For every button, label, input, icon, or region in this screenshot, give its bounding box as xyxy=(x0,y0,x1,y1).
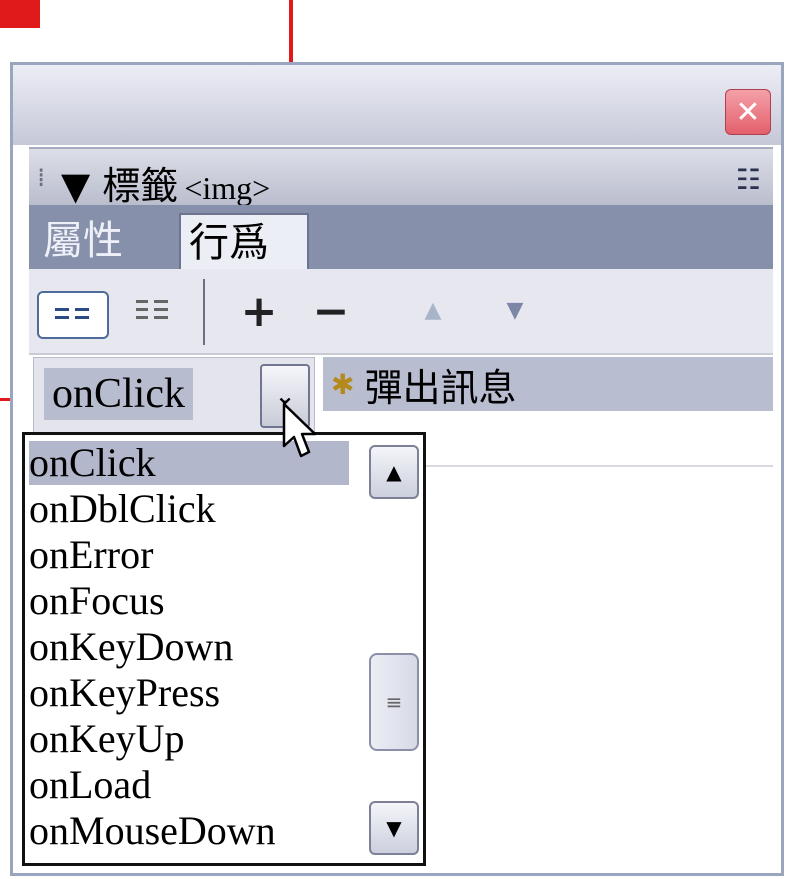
behavior-row[interactable]: ✱ 彈出訊息 xyxy=(323,357,773,411)
mouse-cursor-icon xyxy=(282,402,316,458)
tag-title-label: ▼ 標籤 xyxy=(61,164,179,208)
dropdown-option[interactable]: onDblClick xyxy=(29,487,349,531)
list-view-icon xyxy=(55,308,89,319)
add-behavior-button[interactable]: + xyxy=(229,283,289,339)
dropdown-option[interactable]: onFocus xyxy=(29,579,349,623)
plus-icon: + xyxy=(240,285,278,337)
gear-icon: ✱ xyxy=(331,367,355,401)
close-icon: ✕ xyxy=(735,94,761,130)
grip-icon[interactable]: ⁞ xyxy=(37,165,45,191)
event-dropdown-list[interactable]: onClick onDblClick onError onFocus onKey… xyxy=(22,432,426,866)
dropdown-option[interactable]: onError xyxy=(29,533,349,577)
arrow-down-icon: ▼ xyxy=(506,297,524,323)
tab-attributes[interactable]: 屬性 xyxy=(35,213,131,269)
dropdown-option[interactable]: onKeyDown xyxy=(29,625,349,669)
scroll-down-button[interactable]: ▼ xyxy=(369,801,419,855)
event-select-value: onClick xyxy=(44,368,193,420)
all-events-icon xyxy=(136,300,168,319)
dropdown-option[interactable]: onKeyPress xyxy=(29,671,349,715)
dropdown-option[interactable]: onKeyUp xyxy=(29,717,349,761)
scroll-up-button[interactable]: ▲ xyxy=(369,445,419,499)
arrow-up-icon: ▲ xyxy=(424,297,442,323)
tab-behaviors[interactable]: 行爲 xyxy=(179,213,309,271)
tag-inspector-bar: ⁞ ▼ 標籤 <img> ☷ xyxy=(29,147,773,210)
move-up-button[interactable]: ▲ xyxy=(413,287,453,333)
dropdown-option[interactable]: onLoad xyxy=(29,763,349,807)
scrollbar-thumb[interactable]: ≡ xyxy=(369,653,419,751)
tag-title-code: <img> xyxy=(184,170,271,206)
chevron-up-icon: ▲ xyxy=(386,460,402,484)
show-all-events-button[interactable] xyxy=(129,287,179,337)
show-set-events-button[interactable] xyxy=(37,291,109,339)
behavior-action-label: 彈出訊息 xyxy=(364,365,517,410)
behaviors-toolbar: + − ▲ ▼ xyxy=(29,269,773,355)
move-down-button[interactable]: ▼ xyxy=(495,287,535,333)
chevron-down-icon: ▼ xyxy=(386,816,402,840)
panel-titlebar: ✕ xyxy=(13,65,781,145)
toolbar-divider xyxy=(203,279,205,345)
close-button[interactable]: ✕ xyxy=(725,89,771,135)
event-select[interactable]: onClick ⌄ xyxy=(33,357,315,435)
tag-inspector-title[interactable]: ▼ 標籤 <img> xyxy=(61,155,270,210)
dropdown-option[interactable]: onMouseDown xyxy=(29,809,349,853)
grip-lines-icon: ≡ xyxy=(385,690,403,714)
remove-behavior-button[interactable]: − xyxy=(305,283,357,339)
minus-icon: − xyxy=(312,285,350,337)
panel-tabs: 屬性 行爲 xyxy=(29,205,773,271)
panel-menu-icon[interactable]: ☷ xyxy=(736,163,761,196)
callout-marker xyxy=(0,0,40,28)
